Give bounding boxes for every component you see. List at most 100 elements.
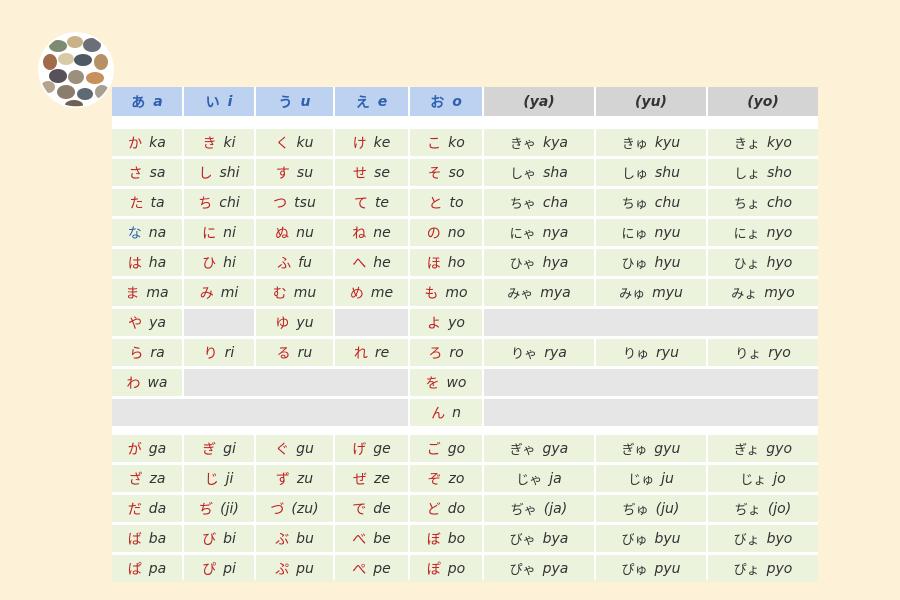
kana-cell: ぎょ gyo [708,435,818,462]
header-cell: いi [184,87,254,116]
kana-char: ぐ [275,441,290,458]
kana-cell: へ he [335,249,408,276]
romaji-text: ru [297,344,313,361]
romaji-text: (ju) [655,500,680,517]
kana-char: ま [125,285,140,302]
romaji-text: su [296,164,314,181]
kana-char: しゅ [621,167,648,182]
kana-char: ぢゃ [510,503,537,518]
kana-char: さ [128,165,143,182]
kana-cell: ひ hi [184,249,254,276]
kana-cell: ち chi [184,189,254,216]
romaji-text: ne [373,224,391,241]
kana-char: みゃ [507,287,534,302]
kana-cell: ど do [410,495,482,522]
romaji-text: ryo [768,344,791,361]
romaji-text: ja [549,470,562,487]
kana-char: と [428,195,443,212]
kana-char: ぞ [427,471,442,488]
romaji-text: ga [148,440,167,457]
romaji-text: pa [148,560,167,577]
kana-char: こ [427,135,442,152]
kana-cell: ぎゃ gya [484,435,594,462]
kana-cell: を wo [410,369,482,396]
kana-char: き [202,135,217,152]
header-cell: (yo) [708,87,818,116]
romaji-text: be [373,530,391,547]
kana-cell: ちょ cho [708,189,818,216]
romaji-text: se [374,164,390,181]
kana-char: びょ [733,533,760,548]
kana-char: ね [352,225,367,242]
romaji-text: ke [373,134,391,151]
kana-cell: む mu [256,279,333,306]
kana-cell: ぴょ pyo [708,555,818,582]
kana-cell: ぢゃ (ja) [484,495,594,522]
kana-char: きゃ [510,137,537,152]
kana-cell: びょ byo [708,525,818,552]
kana-char: よ [427,315,442,332]
romaji-text: n [452,404,461,421]
romaji-text: gi [223,440,236,457]
romaji-text: ku [296,134,314,151]
romaji-text: mya [540,284,571,301]
kana-char: は [127,255,142,272]
kana-char: じゃ [516,473,543,488]
kana-cell: す su [256,159,333,186]
kana-char: ぢょ [734,503,761,518]
empty-cell [484,309,818,336]
kana-cell: にゃ nya [484,219,594,246]
kana-char: つ [273,195,288,212]
kana-char: ぷ [275,561,290,578]
header-romaji: (yu) [635,93,667,110]
romaji-text: zu [296,470,314,487]
kana-char: ぢ [199,501,214,518]
kana-char: ち [198,195,213,212]
romaji-text: jo [773,470,786,487]
kana-char: ぼ [426,531,441,548]
romaji-text: ni [223,224,236,241]
romaji-text: byu [654,530,681,547]
kana-cell: ぎ gi [184,435,254,462]
kana-cell: や ya [112,309,182,336]
romaji-text: so [448,164,465,181]
kana-cell: ら ra [112,339,182,366]
romaji-text: ju [661,470,674,487]
romaji-text: ho [447,254,466,271]
empty-cell [335,309,408,336]
header-cell: (ya) [484,87,594,116]
kana-char: へ [352,255,367,272]
romaji-text: kyu [654,134,681,151]
romaji-text: pya [542,560,569,577]
romaji-text: sha [543,164,568,181]
kana-cell: が ga [112,435,182,462]
kana-cell: ご go [410,435,482,462]
kana-cell: ゆ yu [256,309,333,336]
romaji-text: nyo [766,224,793,241]
kana-cell: げ ge [335,435,408,462]
kana-char: ぱ [127,561,142,578]
romaji-text: myu [652,284,683,301]
kana-char: ひょ [733,257,760,272]
kana-char: じゅ [628,473,655,488]
romaji-text: ri [224,344,235,361]
kana-cell: きゅ kyu [596,129,706,156]
kana-char: ゆ [275,315,290,332]
romaji-text: to [449,194,464,211]
header-cell: えe [335,87,408,116]
kana-cell: ぴゃ pya [484,555,594,582]
romaji-text: sho [767,164,792,181]
kana-cell: しゅ shu [596,159,706,186]
kana-char: も [424,285,439,302]
kana-cell: りゃ rya [484,339,594,366]
kana-char: ぎゃ [509,443,536,458]
kana-char: を [425,375,440,392]
romaji-text: bya [542,530,569,547]
header-cell: あa [112,87,182,116]
kana-char: く [275,135,290,152]
kana-cell: ぢ (ji) [184,495,254,522]
kana-cell: る ru [256,339,333,366]
header-kana: い [205,94,220,111]
kana-char: ぶ [275,531,290,548]
header-kana: お [430,94,445,111]
